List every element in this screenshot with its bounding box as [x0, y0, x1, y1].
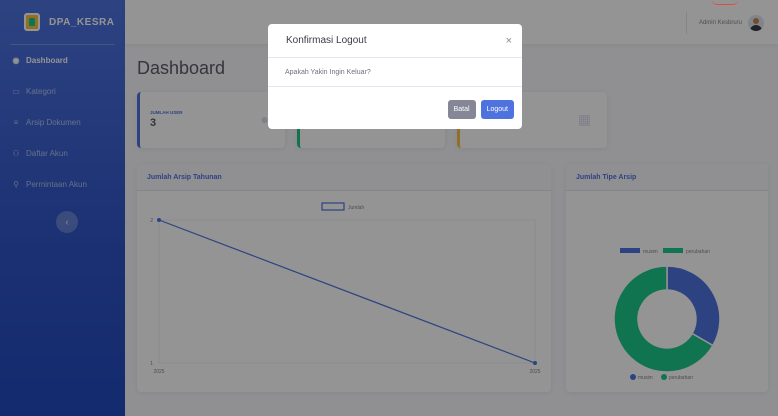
logout-button[interactable]: Logout [480, 100, 514, 119]
logout-modal: Konfirmasi Logout × Apakah Yakin Ingin K… [268, 24, 522, 129]
modal-message: Apakah Yakin Ingin Keluar? [268, 58, 522, 87]
modal-footer: Batal Logout [447, 100, 514, 119]
close-icon[interactable]: × [506, 35, 512, 47]
annotation-mark [712, 0, 738, 5]
modal-title: Konfirmasi Logout [286, 35, 367, 46]
modal-header: Konfirmasi Logout × [268, 24, 522, 58]
cancel-button[interactable]: Batal [447, 100, 476, 119]
